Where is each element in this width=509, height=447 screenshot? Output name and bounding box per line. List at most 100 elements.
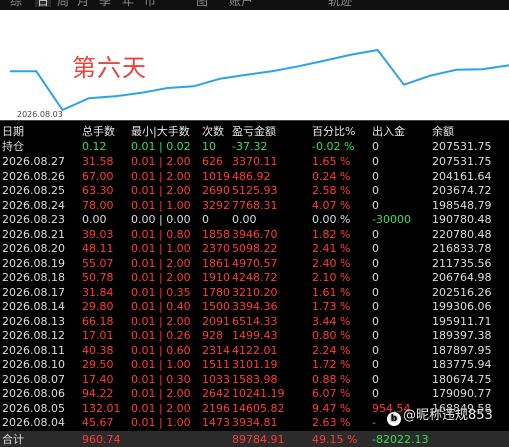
table-row[interactable]: 2026.08.18 50.78 0.01 | 2.00 1910 4248.72 2.1…	[0, 271, 509, 285]
cell-2: 0.01 | 2.00	[131, 401, 191, 415]
cell-2: 0.01 | 1.00	[131, 358, 191, 371]
cell-4: 3210.20	[232, 285, 278, 299]
tab-5[interactable]: 年	[122, 0, 134, 7]
tab-9[interactable]: 轨迹	[328, 0, 352, 7]
watermark-text: @昵称违规853	[403, 408, 493, 423]
cell-3: 次数	[202, 125, 224, 138]
tab-6[interactable]: 币	[144, 0, 156, 7]
table-row[interactable]: 2026.08.12 17.01 0.01 | 0.26 928 1499.43 0.80…	[0, 329, 509, 343]
table-row[interactable]: 2026.08.14 29.80 0.01 | 0.40 1500 3394.36 1.7…	[0, 300, 509, 314]
cell-5: 2.10 %	[312, 271, 351, 284]
table-row[interactable]: 2026.08.07 17.40 0.01 | 0.30 1033 1583.98 0.8…	[0, 373, 509, 387]
cell-5: 百分比%	[312, 125, 356, 138]
cell-3: 1033	[202, 372, 230, 386]
cell-5: 6.07 %	[312, 387, 351, 400]
tab-1[interactable]: 日	[35, 0, 52, 7]
cell-0: 2026.08.19	[2, 256, 65, 270]
cell-5: 4.07 %	[312, 198, 351, 212]
tab-7[interactable]: 图	[196, 0, 208, 7]
cell-7: 203674.72	[432, 184, 492, 197]
table-row[interactable]: 2026.08.06 94.22 0.01 | 2.00 2642 10241.19 6.…	[0, 387, 509, 401]
cell-5: 1.72 %	[312, 358, 351, 371]
cell-7: 190780.48	[432, 213, 492, 226]
cell-3: 0	[202, 213, 209, 226]
cell-6: 0	[372, 227, 379, 241]
tab-3[interactable]: 月	[77, 0, 89, 7]
cell-2: 0.01 | 0.35	[131, 285, 191, 299]
cell-2: 0.00 | 0.00	[131, 213, 191, 226]
cell-7: 206764.98	[432, 271, 492, 284]
cell-5: 2.41 %	[312, 242, 351, 255]
cell-1: 67.00	[82, 169, 114, 183]
cell-0: 2026.08.18	[2, 271, 65, 284]
cell-4: 4970.57	[232, 256, 278, 270]
cell-5: 2.24 %	[312, 343, 351, 357]
cell-6: 0	[372, 256, 379, 270]
tab-8[interactable]: 账户	[229, 0, 253, 7]
cell-3: 1473	[202, 416, 230, 429]
cell-6: 0	[372, 271, 379, 284]
cell-5: 2.40 %	[312, 256, 351, 270]
cell-3: 2091	[202, 314, 230, 328]
cell-3: 1858	[202, 227, 230, 241]
cell-4: 5098.22	[232, 242, 278, 255]
tab-0[interactable]: 综	[10, 0, 22, 7]
cell-1: 55.07	[82, 256, 114, 270]
cell-3: 2314	[202, 343, 230, 357]
cell-3: 2642	[202, 387, 230, 400]
cell-0: 2026.08.14	[2, 300, 65, 313]
cell-7: 179090.77	[432, 387, 492, 400]
table-row[interactable]: 2026.08.23 0.00 0.00 | 0.00 0 0.00 0.00 % -300…	[0, 213, 509, 227]
table-row[interactable]: 2026.08.11 40.38 0.01 | 0.60 2314 4122.01 2.2…	[0, 344, 509, 358]
cell-1: 总手数	[82, 125, 115, 138]
table-row[interactable]: 2026.08.21 39.03 0.01 | 0.80 1858 3946.70 1.8…	[0, 228, 509, 242]
cell-6: 0	[372, 198, 379, 212]
cell-2: 0.01 | 0.60	[131, 343, 191, 357]
cell-0: 2026.08.05	[2, 401, 65, 415]
cell-5: -0.02 %	[312, 140, 355, 153]
table-row[interactable]: 2026.08.17 31.84 0.01 | 0.35 1780 3210.20 1.6…	[0, 286, 509, 300]
table-row[interactable]: 2026.08.25 63.30 0.01 | 2.00 2690 5125.93 2.5…	[0, 184, 509, 198]
cell-4: 4122.01	[232, 343, 278, 357]
cell-3: 1500	[202, 300, 230, 313]
cell-3: 1511	[202, 358, 230, 371]
holding-row[interactable]: 持仓 0.12 0.01 | 0.02 10 -37.32 -0.02 % 0 207531.…	[0, 140, 509, 154]
cell-4: 5125.93	[232, 184, 278, 197]
cell-3: 2690	[202, 184, 230, 197]
cell-5: 2.63 %	[312, 416, 351, 429]
cell-7: 220780.48	[432, 227, 492, 241]
cell-6: 0	[372, 242, 379, 255]
table-row[interactable]: 2026.08.24 78.00 0.01 | 1.00 3292 7768.31 4.0…	[0, 199, 509, 213]
cell-0: 2026.08.25	[2, 184, 65, 197]
cell-0: 2026.08.20	[2, 242, 65, 255]
table-header[interactable]: 日期 总手数 最小|大手数 次数 盈亏金额 百分比% 出入金 余额	[0, 125, 509, 139]
cell-2: 0.01 | 1.00	[131, 416, 191, 429]
cell-0: 2026.08.23	[2, 213, 65, 226]
cell-6: 0	[372, 329, 379, 342]
cell-2: 0.01 | 2.00	[131, 256, 191, 270]
cell-3: 928	[202, 329, 223, 342]
table-row[interactable]: 2026.08.20 48.11 0.01 | 1.00 2370 5098.22 2.4…	[0, 242, 509, 256]
table-row[interactable]: 2026.08.13 66.18 0.01 | 2.00 2091 6514.33 3.4…	[0, 315, 509, 329]
table-row[interactable]: 2026.08.26 67.00 0.01 | 2.00 1019 486.92 0.24…	[0, 170, 509, 184]
cell-3: 2370	[202, 242, 230, 255]
cell-6: 出入金	[372, 125, 405, 138]
cell-2: 0.01 | 0.80	[131, 227, 191, 241]
cell-5: 0.88 %	[312, 372, 351, 386]
cell-7: 183775.94	[432, 358, 492, 371]
cell-3: 1861	[202, 256, 230, 270]
cell-5: 1.73 %	[312, 300, 351, 313]
table-row[interactable]: 2026.08.19 55.07 0.01 | 2.00 1861 4970.57 2.4…	[0, 257, 509, 271]
cell-7: 216833.78	[432, 242, 492, 255]
cell-0: 2026.08.11	[2, 343, 65, 357]
cell-0: 2026.08.13	[2, 314, 65, 328]
cell-3: 10	[202, 140, 216, 153]
total-row[interactable]: 合计 960.74 89784.91 49.15 % -82022.13	[0, 433, 509, 447]
cell-3: 1019	[202, 169, 230, 183]
cell-0: 2026.08.07	[2, 372, 65, 386]
tab-4[interactable]: 季	[99, 0, 111, 7]
tab-2[interactable]: 周	[57, 0, 69, 7]
cell-1: 40.38	[82, 343, 114, 357]
table-row[interactable]: 2026.08.10 29.50 0.01 | 1.00 1511 3101.19 1.7…	[0, 358, 509, 372]
table-row[interactable]: 2026.08.27 31.58 0.01 | 2.00 626 3370.11 1.65…	[0, 155, 509, 169]
